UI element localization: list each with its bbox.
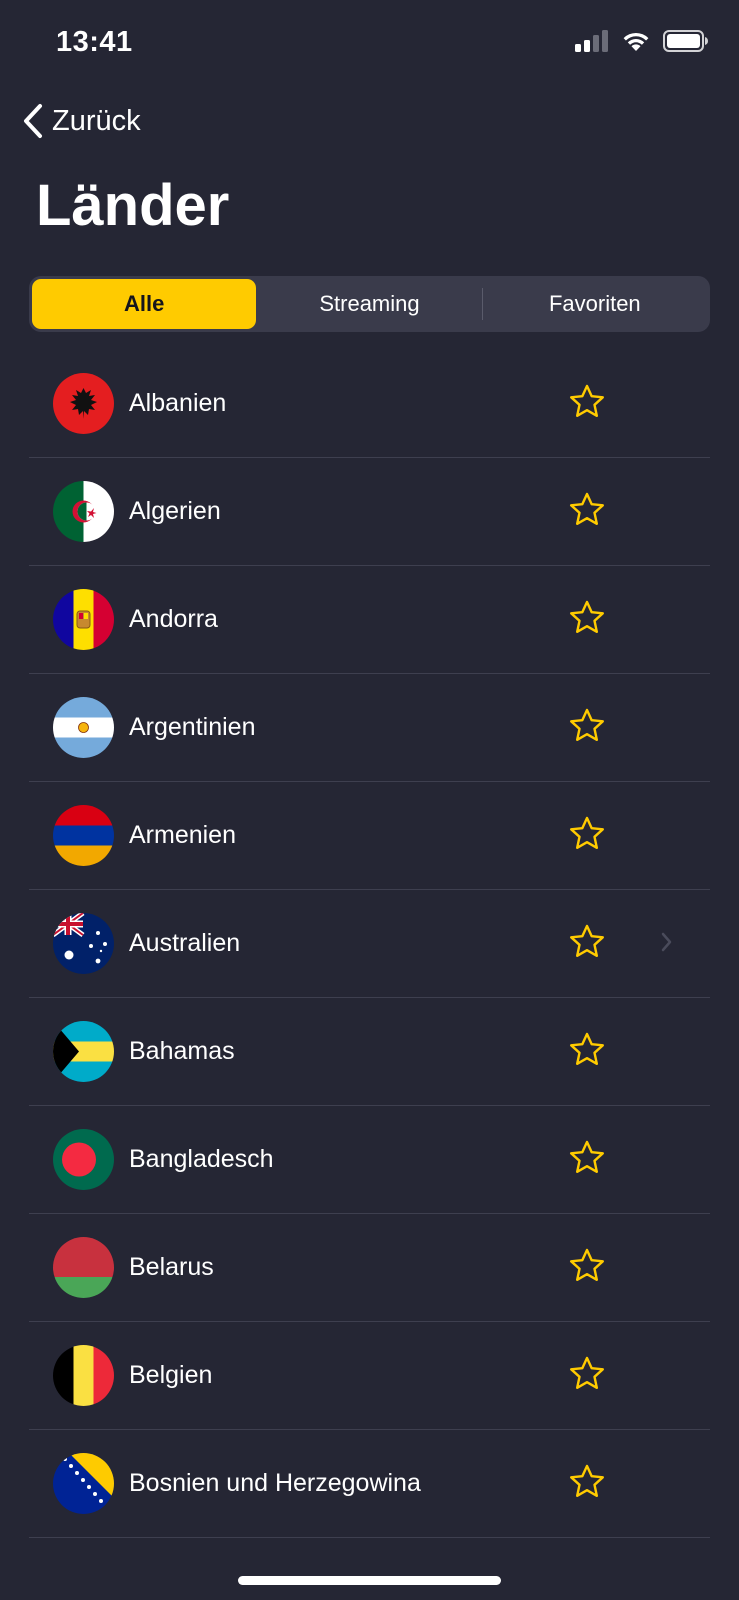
- belarus-flag-icon: [53, 1237, 114, 1298]
- country-row-bosnien[interactable]: Bosnien und Herzegowina: [29, 1430, 710, 1538]
- tab-streaming[interactable]: Streaming: [257, 279, 481, 329]
- segmented-control: Alle Streaming Favoriten: [29, 276, 710, 332]
- country-row-algerien[interactable]: Algerien: [29, 458, 710, 566]
- country-row-belarus[interactable]: Belarus: [29, 1214, 710, 1322]
- chevron-right-icon: [661, 932, 672, 952]
- page-title: Länder: [36, 173, 230, 238]
- star-icon[interactable]: [567, 1462, 607, 1502]
- star-icon[interactable]: [567, 1354, 607, 1394]
- country-row-argentinien[interactable]: Argentinien: [29, 674, 710, 782]
- star-icon[interactable]: [567, 1030, 607, 1070]
- home-indicator[interactable]: [238, 1576, 501, 1585]
- country-name: Algerien: [129, 497, 221, 525]
- star-icon[interactable]: [567, 814, 607, 854]
- armenia-flag-icon: [53, 805, 114, 866]
- country-name: Andorra: [129, 605, 218, 633]
- status-time: 13:41: [56, 26, 133, 58]
- star-icon[interactable]: [567, 382, 607, 422]
- country-name: Belarus: [129, 1253, 214, 1281]
- tab-alle[interactable]: Alle: [32, 279, 257, 329]
- star-icon[interactable]: [567, 1138, 607, 1178]
- country-row-australien[interactable]: Australien: [29, 890, 710, 998]
- bahamas-flag-icon: [53, 1021, 114, 1082]
- star-icon[interactable]: [567, 490, 607, 530]
- country-row-bahamas[interactable]: Bahamas: [29, 998, 710, 1106]
- star-icon[interactable]: [567, 1246, 607, 1286]
- country-name: Armenien: [129, 821, 236, 849]
- status-icons: [575, 30, 709, 52]
- country-name: Bahamas: [129, 1037, 235, 1065]
- back-label: Zurück: [52, 104, 141, 137]
- algeria-flag-icon: [53, 481, 114, 542]
- country-name: Belgien: [129, 1361, 213, 1389]
- star-icon[interactable]: [567, 598, 607, 638]
- country-row-bangladesch[interactable]: Bangladesch: [29, 1106, 710, 1214]
- albania-flag-icon: [53, 373, 114, 434]
- country-name: Argentinien: [129, 713, 256, 741]
- star-icon[interactable]: [567, 922, 607, 962]
- country-list: Albanien Algerien Andorra Argentinien Ar…: [29, 350, 710, 1538]
- country-name: Bangladesch: [129, 1145, 274, 1173]
- back-button[interactable]: Zurück: [22, 103, 141, 139]
- country-name: Bosnien und Herzegowina: [129, 1469, 421, 1497]
- australia-flag-icon: [53, 913, 114, 974]
- country-row-belgien[interactable]: Belgien: [29, 1322, 710, 1430]
- tab-favoriten[interactable]: Favoriten: [483, 279, 707, 329]
- chevron-left-icon: [24, 104, 42, 138]
- status-bar: 13:41: [0, 0, 739, 90]
- country-name: Albanien: [129, 389, 227, 417]
- bosnia-flag-icon: [53, 1453, 114, 1514]
- battery-icon: [663, 30, 708, 52]
- country-row-andorra[interactable]: Andorra: [29, 566, 710, 674]
- country-row-albanien[interactable]: Albanien: [29, 350, 710, 458]
- belgium-flag-icon: [53, 1345, 114, 1406]
- argentina-flag-icon: [53, 697, 114, 758]
- country-row-armenien[interactable]: Armenien: [29, 782, 710, 890]
- bangladesh-flag-icon: [53, 1129, 114, 1190]
- country-name: Australien: [129, 929, 241, 957]
- andorra-flag-icon: [53, 589, 114, 650]
- star-icon[interactable]: [567, 706, 607, 746]
- wifi-icon: [623, 32, 649, 51]
- signal-icon: [575, 30, 608, 52]
